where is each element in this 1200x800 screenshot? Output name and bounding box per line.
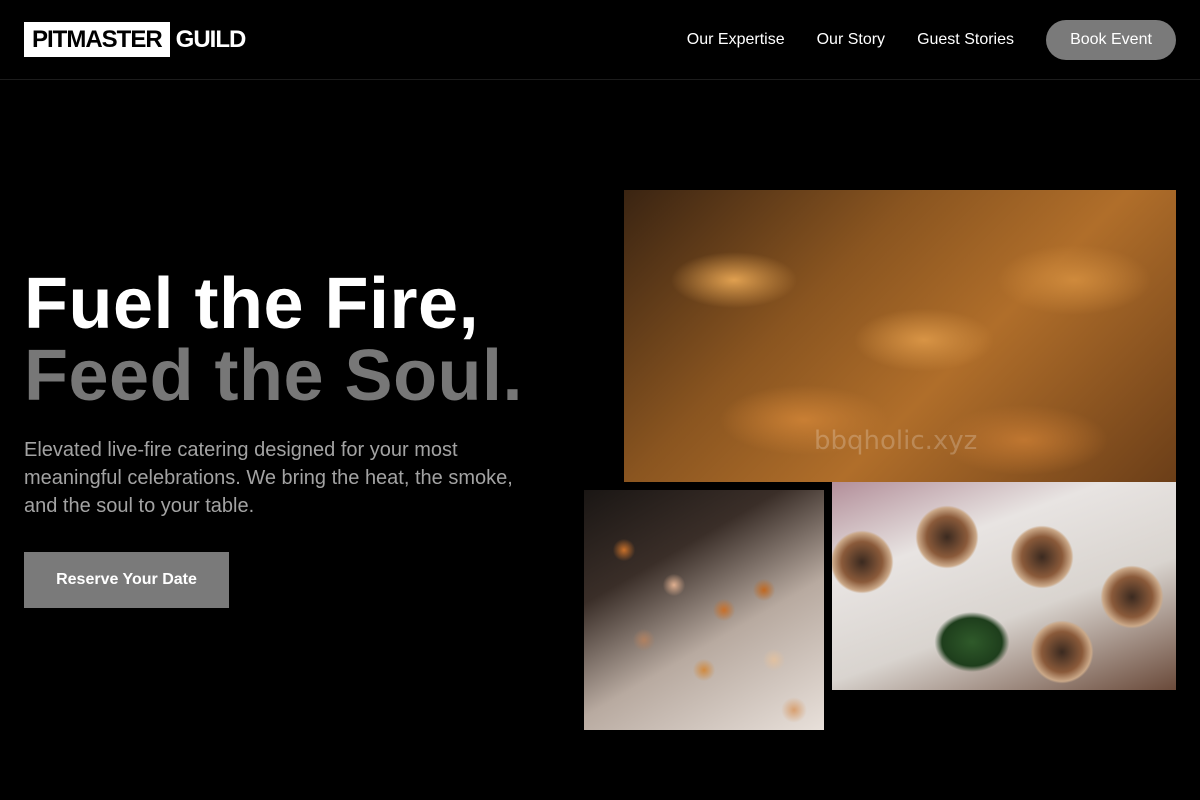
hero-headline-line2: Feed the Soul.	[24, 336, 524, 416]
reserve-date-button[interactable]: Reserve Your Date	[24, 552, 229, 608]
main-nav: Our Expertise Our Story Guest Stories Bo…	[655, 19, 1176, 60]
image-watermark: bbqholic.xyz	[814, 426, 978, 456]
nav-link-our-expertise[interactable]: Our Expertise	[687, 31, 785, 49]
book-event-button[interactable]: Book Event	[1046, 19, 1176, 60]
nav-link-guest-stories[interactable]: Guest Stories	[917, 31, 1014, 49]
logo-box-text: PITMASTER	[24, 22, 170, 57]
hero-section: Fuel the Fire, Feed the Soul. Elevated l…	[24, 268, 564, 608]
logo-text: GUILD	[175, 25, 247, 53]
hero-headline-line1: Fuel the Fire,	[24, 264, 480, 344]
nav-link-our-story[interactable]: Our Story	[817, 31, 885, 49]
dessert-buffet-image	[584, 490, 824, 730]
logo[interactable]: PITMASTER GUILD	[24, 22, 247, 57]
site-header: PITMASTER GUILD Our Expertise Our Story …	[0, 0, 1200, 80]
tartlets-plate-image	[832, 482, 1176, 690]
hero-subtitle: Elevated live-fire catering designed for…	[24, 439, 513, 517]
